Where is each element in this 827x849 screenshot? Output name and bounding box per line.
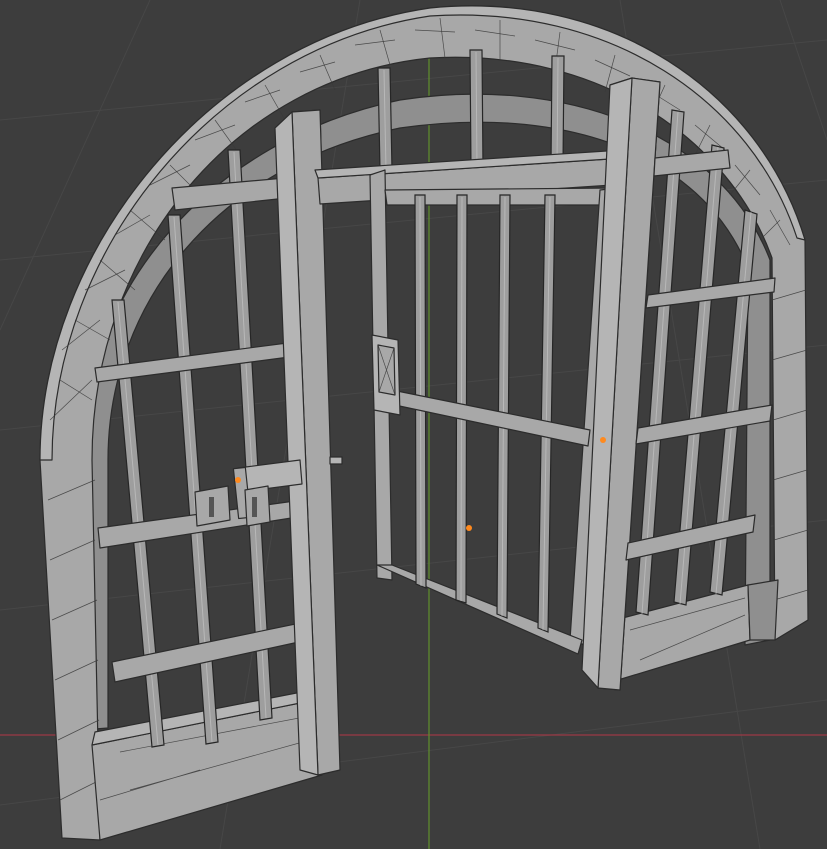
latch-origin-marker xyxy=(235,477,241,483)
open-door[interactable] xyxy=(369,169,619,655)
viewport-canvas[interactable] xyxy=(0,0,827,849)
left-post[interactable] xyxy=(274,109,341,776)
door-origin-marker xyxy=(466,525,472,531)
latch-plate-slot xyxy=(252,497,257,517)
latch-pin xyxy=(329,456,343,465)
hinge-origin-marker xyxy=(600,437,606,443)
3d-viewport[interactable] xyxy=(0,0,827,849)
latch-plate xyxy=(244,485,271,527)
door-frame-bottom xyxy=(376,564,583,655)
latch-keeper-slot xyxy=(209,497,214,517)
